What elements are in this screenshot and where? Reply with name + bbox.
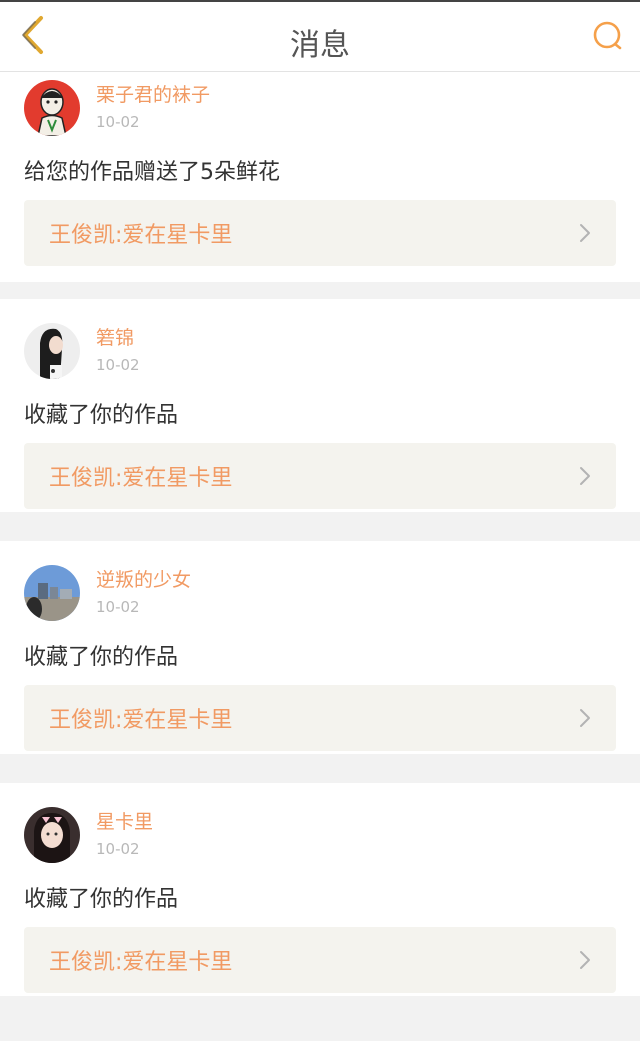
chevron-right-icon	[578, 465, 592, 487]
notification-card: 栗子君的袜子 10-02 给您的作品赠送了5朵鲜花 王俊凯:爱在星卡里	[0, 72, 640, 282]
avatar[interactable]	[24, 565, 80, 621]
app-header: 消息	[0, 2, 640, 72]
work-title: 王俊凯:爱在星卡里	[49, 708, 233, 733]
user-row[interactable]: 逆叛的少女 10-02	[24, 565, 191, 621]
chevron-right-icon	[578, 949, 592, 971]
user-row[interactable]: 星卡里 10-02	[24, 807, 153, 863]
avatar[interactable]	[24, 807, 80, 863]
date-label: 10-02	[96, 840, 140, 858]
work-link[interactable]: 王俊凯:爱在星卡里	[24, 927, 616, 993]
date-label: 10-02	[96, 113, 140, 131]
search-button[interactable]	[588, 18, 628, 58]
work-title: 王俊凯:爱在星卡里	[49, 950, 233, 975]
message-text: 收藏了你的作品	[24, 403, 179, 428]
user-info: 箬锦 10-02	[96, 326, 140, 376]
user-info: 星卡里 10-02	[96, 810, 153, 860]
username[interactable]: 星卡里	[96, 810, 153, 834]
notification-list: 栗子君的袜子 10-02 给您的作品赠送了5朵鲜花 王俊凯:爱在星卡里 箬锦 1…	[0, 72, 640, 996]
user-info: 栗子君的袜子 10-02	[96, 83, 210, 133]
user-row[interactable]: 栗子君的袜子 10-02	[24, 80, 210, 136]
user-info: 逆叛的少女 10-02	[96, 568, 191, 618]
date-label: 10-02	[96, 598, 140, 616]
username[interactable]: 箬锦	[96, 326, 140, 350]
page-title: 消息	[290, 28, 350, 63]
username[interactable]: 逆叛的少女	[96, 568, 191, 592]
notification-card: 箬锦 10-02 收藏了你的作品 王俊凯:爱在星卡里	[0, 299, 640, 512]
work-link[interactable]: 王俊凯:爱在星卡里	[24, 443, 616, 509]
notification-card: 逆叛的少女 10-02 收藏了你的作品 王俊凯:爱在星卡里	[0, 541, 640, 754]
message-text: 收藏了你的作品	[24, 887, 179, 912]
notification-card: 星卡里 10-02 收藏了你的作品 王俊凯:爱在星卡里	[0, 783, 640, 996]
work-link[interactable]: 王俊凯:爱在星卡里	[24, 685, 616, 751]
date-label: 10-02	[96, 356, 140, 374]
user-row[interactable]: 箬锦 10-02	[24, 323, 140, 379]
chevron-right-icon	[578, 707, 592, 729]
avatar[interactable]	[24, 80, 80, 136]
work-title: 王俊凯:爱在星卡里	[49, 466, 233, 491]
search-icon	[591, 19, 625, 57]
work-link[interactable]: 王俊凯:爱在星卡里	[24, 200, 616, 266]
chevron-right-icon	[578, 222, 592, 244]
message-text: 收藏了你的作品	[24, 645, 179, 670]
avatar[interactable]	[24, 323, 80, 379]
work-title: 王俊凯:爱在星卡里	[49, 223, 233, 248]
username[interactable]: 栗子君的袜子	[96, 83, 210, 107]
message-text: 给您的作品赠送了5朵鲜花	[24, 160, 280, 185]
